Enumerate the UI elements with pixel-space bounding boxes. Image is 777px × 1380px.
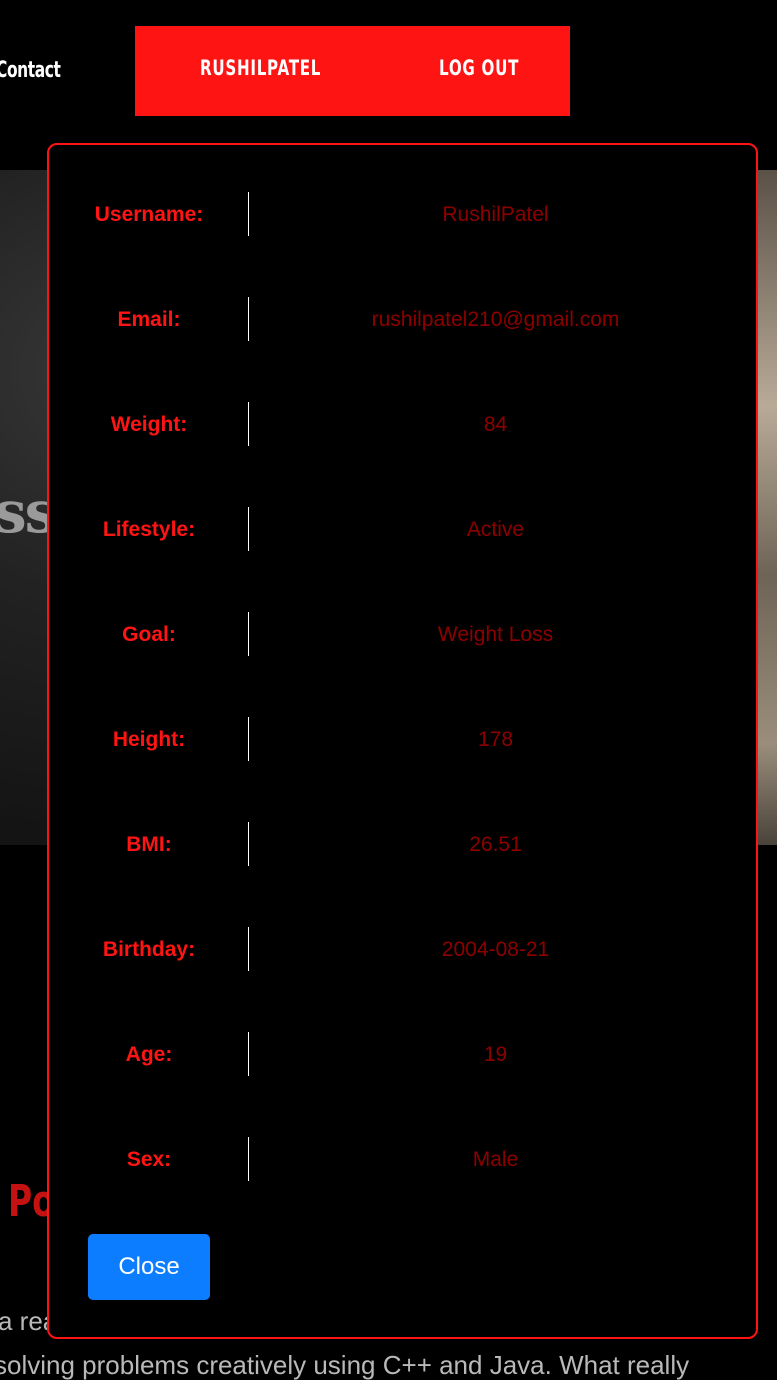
profile-label: Age: <box>125 1043 173 1066</box>
page: Contact RUSHILPATEL LOG OUT ss Po a rea … <box>0 0 777 1380</box>
profile-row-height: Height: 178 <box>49 717 756 763</box>
profile-row-email: Email: rushilpatel210@gmail.com <box>49 297 756 343</box>
profile-label: Lifestyle: <box>102 518 196 541</box>
profile-value: 84 <box>483 413 508 436</box>
profile-modal: Username: RushilPatel Email: rushilpatel… <box>47 143 758 1339</box>
profile-row-lifestyle: Lifestyle: Active <box>49 507 756 553</box>
profile-value: RushilPatel <box>442 203 549 226</box>
profile-label: Weight: <box>110 413 188 436</box>
profile-value: Weight Loss <box>437 623 554 646</box>
profile-value: 2004-08-21 <box>441 938 550 961</box>
profile-label: Username: <box>94 203 204 226</box>
profile-value: rushilpatel210@gmail.com <box>371 308 620 331</box>
profile-value: Active <box>466 518 525 541</box>
profile-row-birthday: Birthday: 2004-08-21 <box>49 927 756 973</box>
paragraph-line: solving problems creatively using C++ an… <box>0 1350 690 1380</box>
nav-link-logout[interactable]: LOG OUT <box>439 56 519 80</box>
nav-link-contact[interactable]: Contact <box>0 58 61 83</box>
profile-label: Goal: <box>122 623 176 646</box>
profile-label: Sex: <box>126 1148 172 1171</box>
profile-label: Birthday: <box>102 938 196 961</box>
profile-value: Male <box>472 1148 519 1171</box>
close-button[interactable]: Close <box>88 1234 210 1300</box>
profile-row-goal: Goal: Weight Loss <box>49 612 756 658</box>
profile-value: 178 <box>477 728 514 751</box>
profile-row-age: Age: 19 <box>49 1032 756 1078</box>
profile-label: Email: <box>117 308 181 331</box>
profile-row-weight: Weight: 84 <box>49 402 756 448</box>
nav-link-username[interactable]: RUSHILPATEL <box>200 56 321 80</box>
profile-label: BMI: <box>126 833 172 856</box>
profile-row-bmi: BMI: 26.51 <box>49 822 756 868</box>
profile-value: 19 <box>483 1043 508 1066</box>
profile-row-sex: Sex: Male <box>49 1137 756 1183</box>
profile-row-username: Username: RushilPatel <box>49 192 756 238</box>
profile-value: 26.51 <box>469 833 522 856</box>
profile-label: Height: <box>112 728 186 751</box>
